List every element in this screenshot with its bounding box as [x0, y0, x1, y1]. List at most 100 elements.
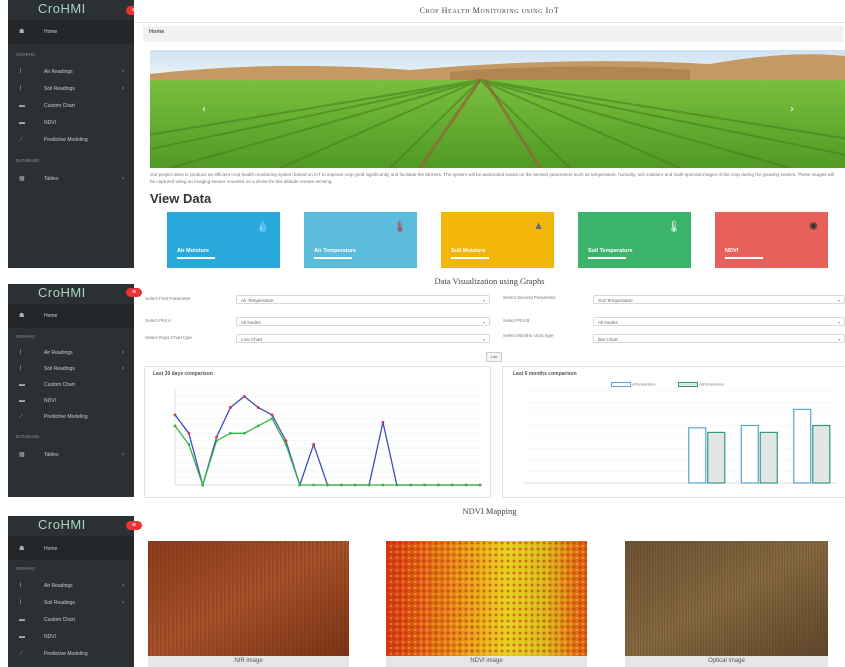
card-air-temperature[interactable]: 🌡 Air Temperature	[304, 212, 417, 268]
chevron-right-icon: ›	[122, 600, 124, 606]
card-air-moisture[interactable]: 💧 Air Moisture	[167, 212, 280, 268]
sidebar-section-graphs: GRAPHS	[16, 566, 36, 571]
plot-a-label: Select Plot A	[145, 318, 172, 323]
chevron-right-icon: ›	[122, 452, 124, 458]
sidebar-item-predictive-modeling[interactable]: ⟋ Predictive Modeling	[8, 410, 134, 424]
sidebar-item-air-readings[interactable]: ⌇ Air Readings ›	[8, 65, 134, 79]
crop-field-image: ‹ ›	[150, 50, 845, 168]
sidebar-item-tables[interactable]: ▦ Tables ›	[8, 448, 134, 462]
caret-down-icon: ▾	[837, 320, 840, 325]
sidebar-item-ndvi[interactable]: ▬ NDVI	[8, 394, 134, 408]
data-point	[298, 483, 302, 487]
days-chart-type-select[interactable]: Line Chart ▾	[236, 334, 490, 343]
card-label: Soil Moisture	[451, 248, 486, 254]
sidebar-item-label: Air Readings	[44, 350, 73, 356]
table-icon: ▦	[19, 452, 25, 458]
sidebar-item-ndvi[interactable]: ▬ NDVI	[8, 630, 134, 644]
data-point	[478, 483, 482, 487]
sidebar-item-soil-readings[interactable]: ⌇ Soil Readings ›	[8, 82, 134, 96]
data-point	[367, 483, 371, 487]
sidebar-item-soil-readings[interactable]: ⌇ Soil Readings ›	[8, 596, 134, 610]
sidebar-item-predictive-modeling[interactable]: ⟋ Predictive Modeling	[8, 133, 134, 147]
data-point	[381, 420, 385, 424]
data-point	[381, 483, 385, 487]
sidebar-item-home[interactable]: ☗ Home	[8, 542, 134, 556]
top-navbar: Crop Health Monitoring using IoT	[134, 0, 845, 23]
brand-logo: CroHMI	[38, 517, 86, 532]
sidebar-item-custom-chart[interactable]: ▬ Custom Chart	[8, 99, 134, 113]
sidebar-item-label: Home	[44, 29, 58, 35]
breadcrumb-home[interactable]: Home	[149, 29, 164, 35]
breadcrumb: Home	[143, 26, 843, 42]
plot-b-select[interactable]: All Nodes ▾	[593, 317, 845, 326]
home-icon: ☗	[19, 313, 25, 319]
data-point	[450, 483, 454, 487]
data-point	[187, 431, 191, 435]
chevron-right-icon: ›	[122, 86, 124, 92]
bar-chart-icon: ▬	[19, 634, 25, 640]
sidebar-item-home[interactable]: ☗ Home	[8, 25, 134, 39]
months-chart-type-select[interactable]: Bar Chart ▾	[593, 334, 845, 343]
line-chart-icon: ⟋	[19, 137, 24, 143]
sidebar-item-tables[interactable]: ▦ Tables ›	[8, 172, 134, 186]
card-underline	[588, 257, 626, 259]
card-soil-moisture[interactable]: ▲ Soil Moisture	[441, 212, 554, 268]
card-label: Air Moisture	[177, 248, 210, 254]
sidebar-item-predictive-modeling[interactable]: ⟋ Predictive Modeling	[8, 647, 134, 661]
card-underline	[177, 257, 215, 259]
nir-image-caption: NIR image	[148, 656, 349, 667]
sidebar-toggle-button[interactable]: ≡	[126, 288, 142, 297]
days-chart-type-label: Select Days Chart type	[145, 335, 192, 340]
data-point	[395, 483, 399, 487]
second-parameter-label: Select Second Parameter	[503, 295, 556, 300]
months-comparison-chart: Last 6 months comparison airTemperature …	[502, 366, 845, 498]
run-button[interactable]: Lok	[486, 352, 502, 362]
chevron-right-icon: ›	[122, 583, 124, 589]
sidebar-item-label: Air Readings	[44, 583, 73, 589]
select-value: All Nodes	[241, 320, 261, 325]
sidebar-item-custom-chart[interactable]: ▬ Custom Chart	[8, 613, 134, 627]
chart-icon: ⌇	[19, 366, 22, 372]
chart-icon: ⌇	[19, 86, 22, 92]
table-icon: ▦	[19, 176, 25, 182]
sidebar-item-air-readings[interactable]: ⌇ Air Readings ›	[8, 579, 134, 593]
thermometer-icon: 🌡	[667, 221, 681, 233]
thermometer-icon: 🌡	[393, 221, 407, 233]
second-parameter-select[interactable]: Soil Temperature ▾	[593, 295, 845, 304]
sidebar-toggle-button[interactable]: ≡	[126, 521, 142, 530]
bar-airTemperature	[793, 408, 812, 484]
sidebar-item-label: NDVI	[44, 634, 56, 640]
sidebar-item-soil-readings[interactable]: ⌇ Soil Readings ›	[8, 362, 134, 376]
sidebar-item-ndvi[interactable]: ▬ NDVI	[8, 116, 134, 130]
first-parameter-select[interactable]: Air Temperature ▾	[236, 295, 490, 304]
card-soil-temperature[interactable]: 🌡 Soil Temperature	[578, 212, 691, 268]
sidebar-section-graphs: GRAPHS	[16, 334, 36, 339]
sidebar-item-air-readings[interactable]: ⌇ Air Readings ›	[8, 346, 134, 360]
sidebar-item-home[interactable]: ☗ Home	[8, 309, 134, 323]
ndvi-image	[386, 541, 587, 656]
sidebar-item-label: NDVI	[44, 398, 56, 404]
sidebar-item-label: Air Readings	[44, 69, 73, 75]
nir-image	[148, 541, 349, 656]
plot-b-label: Select Plot B	[503, 318, 530, 323]
line-chart-svg	[173, 388, 482, 488]
sidebar-section-database: DATABASE	[16, 158, 40, 163]
card-underline	[725, 257, 763, 259]
optical-image-caption: Optical image	[625, 656, 828, 667]
view-data-heading: View Data	[150, 191, 212, 206]
data-point	[256, 406, 260, 409]
select-value: All Nodes	[598, 320, 618, 325]
sidebar-section-database: DATABASE	[16, 434, 40, 439]
select-value: Bar Chart	[598, 337, 618, 342]
card-ndvi[interactable]: ✺ NDVI	[715, 212, 828, 268]
bar-airTemperature	[740, 424, 759, 484]
data-point	[270, 417, 274, 420]
bar-chart-icon: ▬	[19, 382, 25, 388]
sidebar-item-custom-chart[interactable]: ▬ Custom Chart	[8, 378, 134, 392]
sidebar-item-label: Custom Chart	[44, 382, 75, 388]
plot-a-select[interactable]: All Nodes ▾	[236, 317, 490, 326]
ndvi-image-caption: NDVI image	[386, 656, 587, 667]
caret-down-icon: ▾	[482, 320, 485, 325]
bar-soilTemperature	[759, 431, 778, 484]
brand-logo: CroHMI	[38, 285, 86, 300]
